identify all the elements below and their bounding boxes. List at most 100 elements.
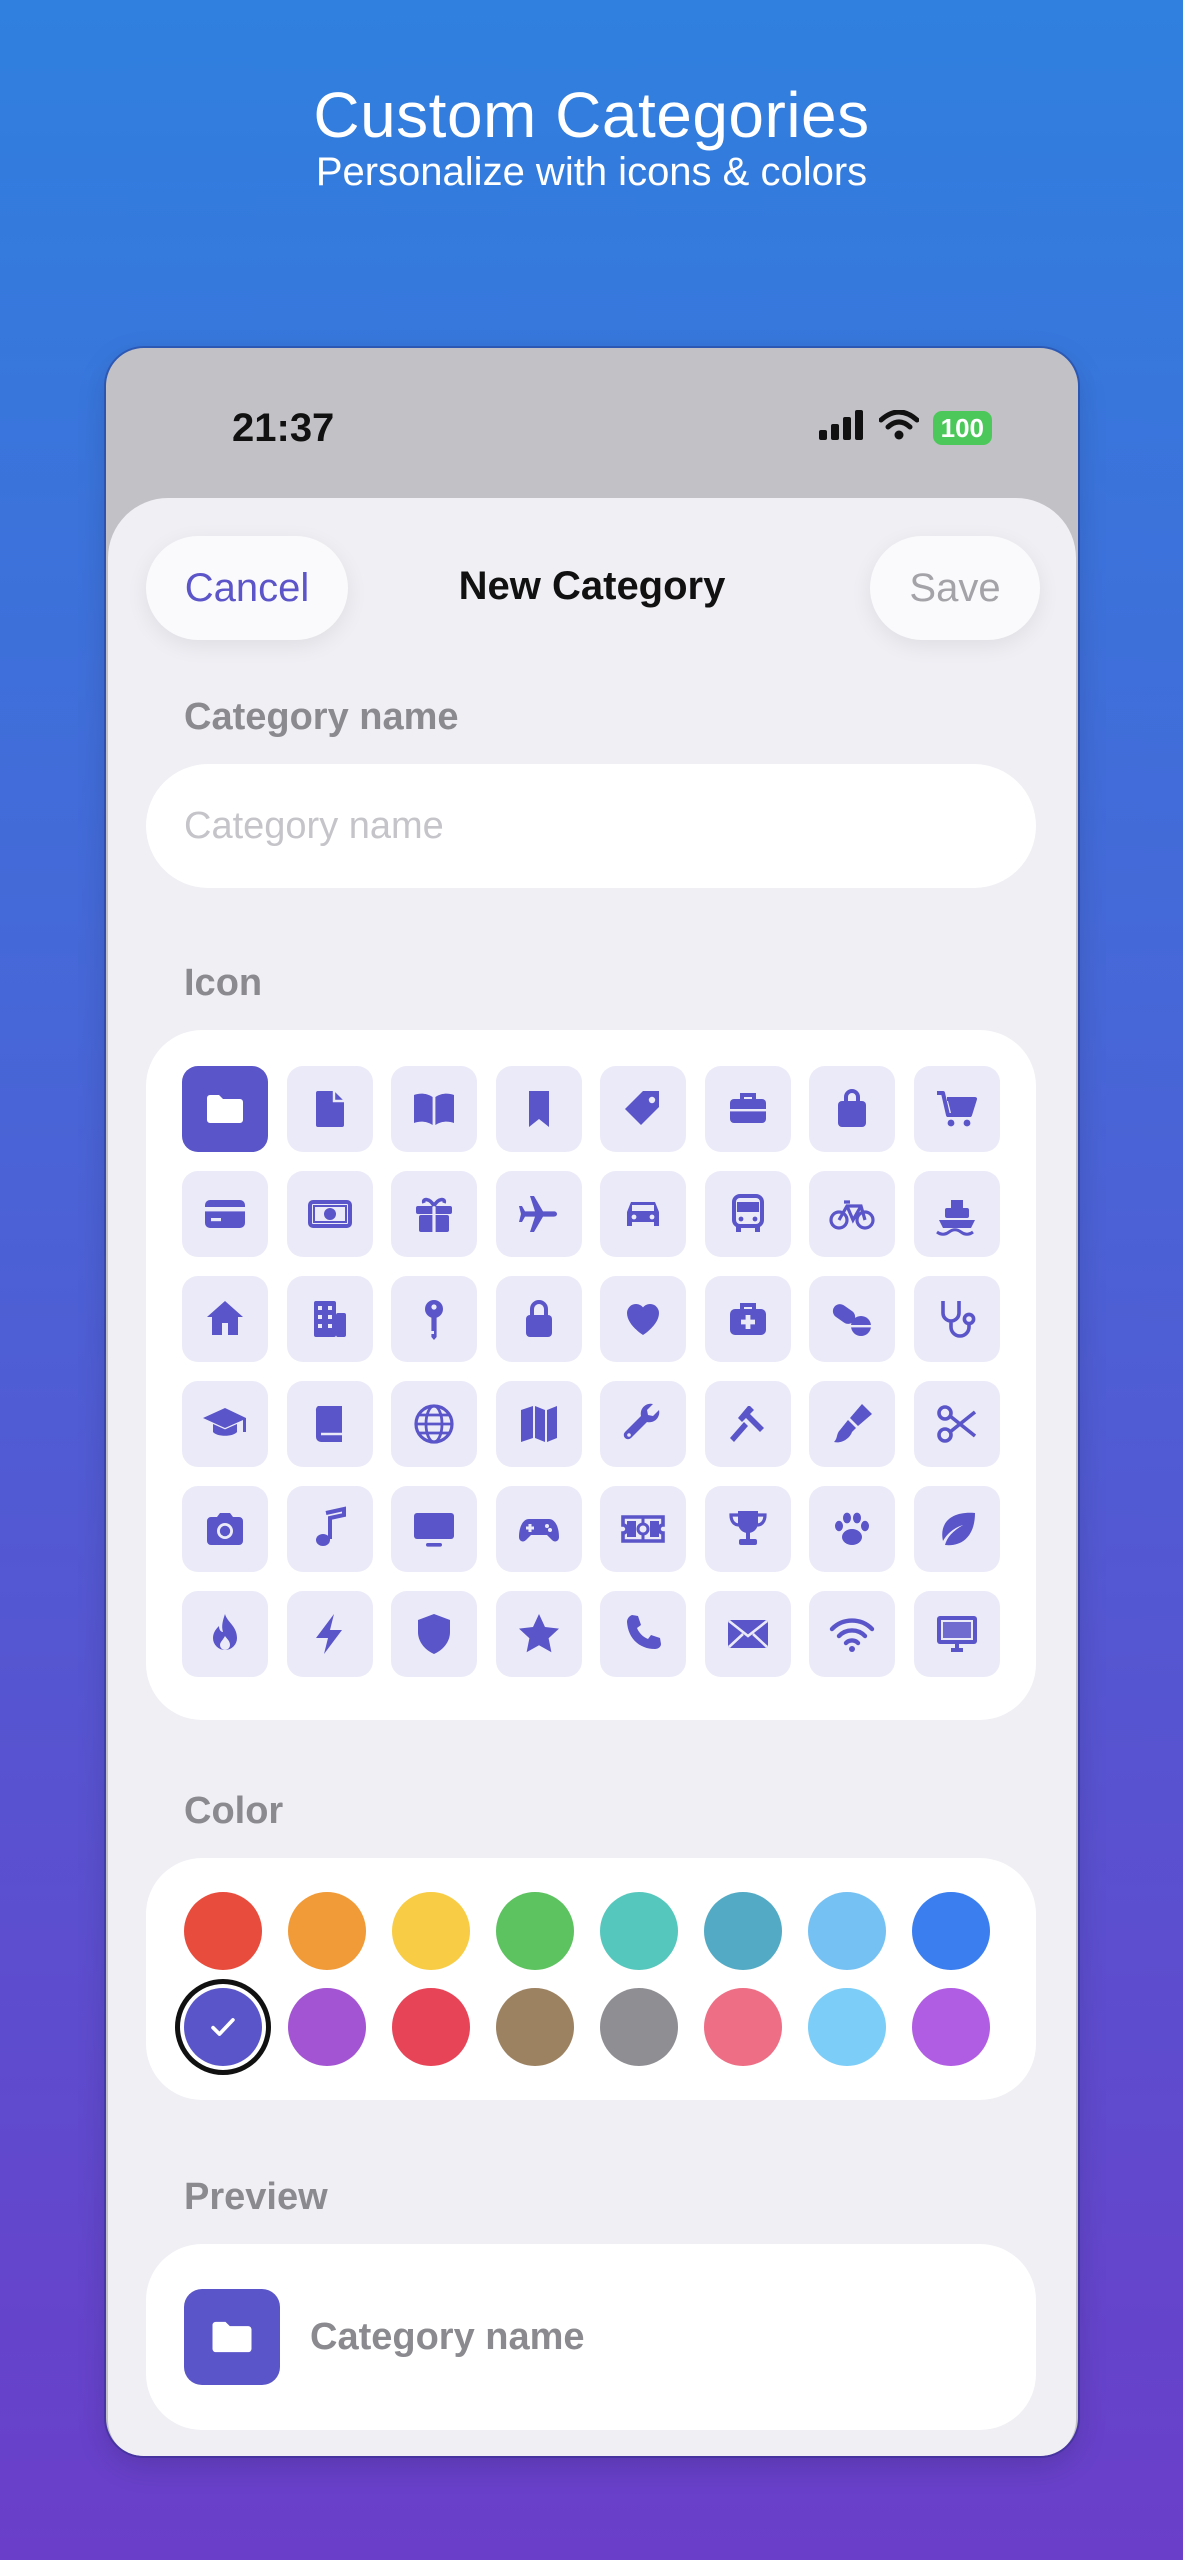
icon-option-phone[interactable] xyxy=(600,1591,686,1677)
icon-option-scissors[interactable] xyxy=(913,1381,1000,1467)
leaf-icon xyxy=(933,1505,981,1553)
icon-section-label: Icon xyxy=(184,962,263,1004)
color-swatch[interactable] xyxy=(912,1892,990,1970)
doc-icon xyxy=(306,1085,354,1133)
paintbrush-icon xyxy=(828,1400,876,1448)
wifi-icon xyxy=(878,409,920,445)
icon-option-bolt[interactable] xyxy=(286,1591,373,1677)
bus-icon xyxy=(724,1190,772,1238)
medical-bag-icon xyxy=(724,1295,772,1343)
icon-option-medical-bag[interactable] xyxy=(704,1276,791,1362)
credit-card-icon xyxy=(201,1190,249,1238)
color-swatch[interactable] xyxy=(704,1988,782,2066)
icon-option-gift[interactable] xyxy=(391,1171,477,1257)
icon-option-bus[interactable] xyxy=(704,1171,791,1257)
color-swatch[interactable] xyxy=(704,1892,782,1970)
briefcase-icon xyxy=(724,1085,772,1133)
icon-option-banknote[interactable] xyxy=(286,1171,373,1257)
icon-option-bookmark[interactable] xyxy=(495,1066,582,1152)
device-frame: 21:37 100 Cancel New Category Save Categ… xyxy=(106,348,1078,2456)
icon-option-leaf[interactable] xyxy=(913,1486,1000,1572)
icon-option-airplane[interactable] xyxy=(495,1171,582,1257)
icon-option-camera[interactable] xyxy=(182,1486,268,1572)
icon-option-key[interactable] xyxy=(391,1276,477,1362)
save-button[interactable]: Save xyxy=(870,536,1040,640)
color-swatch[interactable] xyxy=(288,1988,366,2066)
color-swatch[interactable] xyxy=(392,1892,470,1970)
category-name-input[interactable] xyxy=(146,764,1036,888)
icon-option-globe[interactable] xyxy=(391,1381,477,1467)
icon-option-ferry[interactable] xyxy=(913,1171,1000,1257)
color-swatch[interactable] xyxy=(808,1988,886,2066)
icon-option-hammer[interactable] xyxy=(704,1381,791,1467)
color-swatch[interactable] xyxy=(600,1892,678,1970)
icon-option-credit-card[interactable] xyxy=(182,1171,268,1257)
icon-option-flame[interactable] xyxy=(182,1591,268,1677)
icon-option-wifi[interactable] xyxy=(809,1591,895,1677)
icon-option-music-note[interactable] xyxy=(286,1486,373,1572)
scissors-icon xyxy=(933,1400,981,1448)
color-swatch[interactable] xyxy=(288,1892,366,1970)
icon-option-tv[interactable] xyxy=(391,1486,477,1572)
icon-option-wrench[interactable] xyxy=(600,1381,686,1467)
icon-option-envelope[interactable] xyxy=(704,1591,791,1677)
icon-option-folder[interactable] xyxy=(182,1066,268,1152)
color-swatch[interactable] xyxy=(184,1892,262,1970)
graduation-cap-icon xyxy=(201,1400,249,1448)
color-swatch[interactable] xyxy=(600,1988,678,2066)
lock-icon xyxy=(515,1295,563,1343)
globe-icon xyxy=(410,1400,458,1448)
icon-option-pills[interactable] xyxy=(809,1276,895,1362)
icon-option-desktop[interactable] xyxy=(913,1591,1000,1677)
gamecontroller-icon xyxy=(515,1505,563,1553)
book-open-icon xyxy=(410,1085,458,1133)
bolt-icon xyxy=(306,1610,354,1658)
icon-option-star[interactable] xyxy=(495,1591,582,1677)
tag-icon xyxy=(619,1085,667,1133)
color-grid xyxy=(184,1892,998,2066)
ferry-icon xyxy=(933,1190,981,1238)
icon-option-bicycle[interactable] xyxy=(809,1171,895,1257)
cellular-signal-icon xyxy=(818,410,865,445)
icon-option-heart[interactable] xyxy=(600,1276,686,1362)
icon-option-lock[interactable] xyxy=(495,1276,582,1362)
icon-option-car[interactable] xyxy=(600,1171,686,1257)
preview-category-name: Category name xyxy=(310,2315,585,2358)
icon-option-cart[interactable] xyxy=(913,1066,1000,1152)
icon-grid xyxy=(182,1066,1000,1677)
icon-option-briefcase[interactable] xyxy=(704,1066,791,1152)
battery-icon: 100 xyxy=(932,410,992,445)
icon-option-shopping-bag[interactable] xyxy=(809,1066,895,1152)
color-swatch[interactable] xyxy=(184,1988,262,2066)
icon-option-building[interactable] xyxy=(286,1276,373,1362)
icon-option-book-open[interactable] xyxy=(391,1066,477,1152)
icon-option-shield[interactable] xyxy=(391,1591,477,1677)
color-swatch[interactable] xyxy=(496,1988,574,2066)
icon-option-map[interactable] xyxy=(495,1381,582,1467)
icon-option-ticket[interactable] xyxy=(600,1486,686,1572)
book-icon xyxy=(306,1400,354,1448)
icon-option-house[interactable] xyxy=(182,1276,268,1362)
color-swatch[interactable] xyxy=(808,1892,886,1970)
pawprint-icon xyxy=(828,1505,876,1553)
color-swatch[interactable] xyxy=(496,1892,574,1970)
hammer-icon xyxy=(724,1400,772,1448)
stethoscope-icon xyxy=(933,1295,981,1343)
icon-picker-card xyxy=(146,1030,1036,1720)
icon-option-trophy[interactable] xyxy=(704,1486,791,1572)
icon-option-book[interactable] xyxy=(286,1381,373,1467)
star-icon xyxy=(515,1610,563,1658)
icon-option-tag[interactable] xyxy=(600,1066,686,1152)
icon-option-paintbrush[interactable] xyxy=(809,1381,895,1467)
icon-option-pawprint[interactable] xyxy=(809,1486,895,1572)
building-icon xyxy=(306,1295,354,1343)
music-note-icon xyxy=(306,1505,354,1553)
color-swatch[interactable] xyxy=(392,1988,470,2066)
icon-option-stethoscope[interactable] xyxy=(913,1276,1000,1362)
category-name-label: Category name xyxy=(184,696,459,738)
color-swatch[interactable] xyxy=(912,1988,990,2066)
icon-option-doc[interactable] xyxy=(286,1066,373,1152)
icon-option-graduation-cap[interactable] xyxy=(182,1381,268,1467)
icon-option-gamecontroller[interactable] xyxy=(495,1486,582,1572)
color-section-label: Color xyxy=(184,1790,284,1832)
